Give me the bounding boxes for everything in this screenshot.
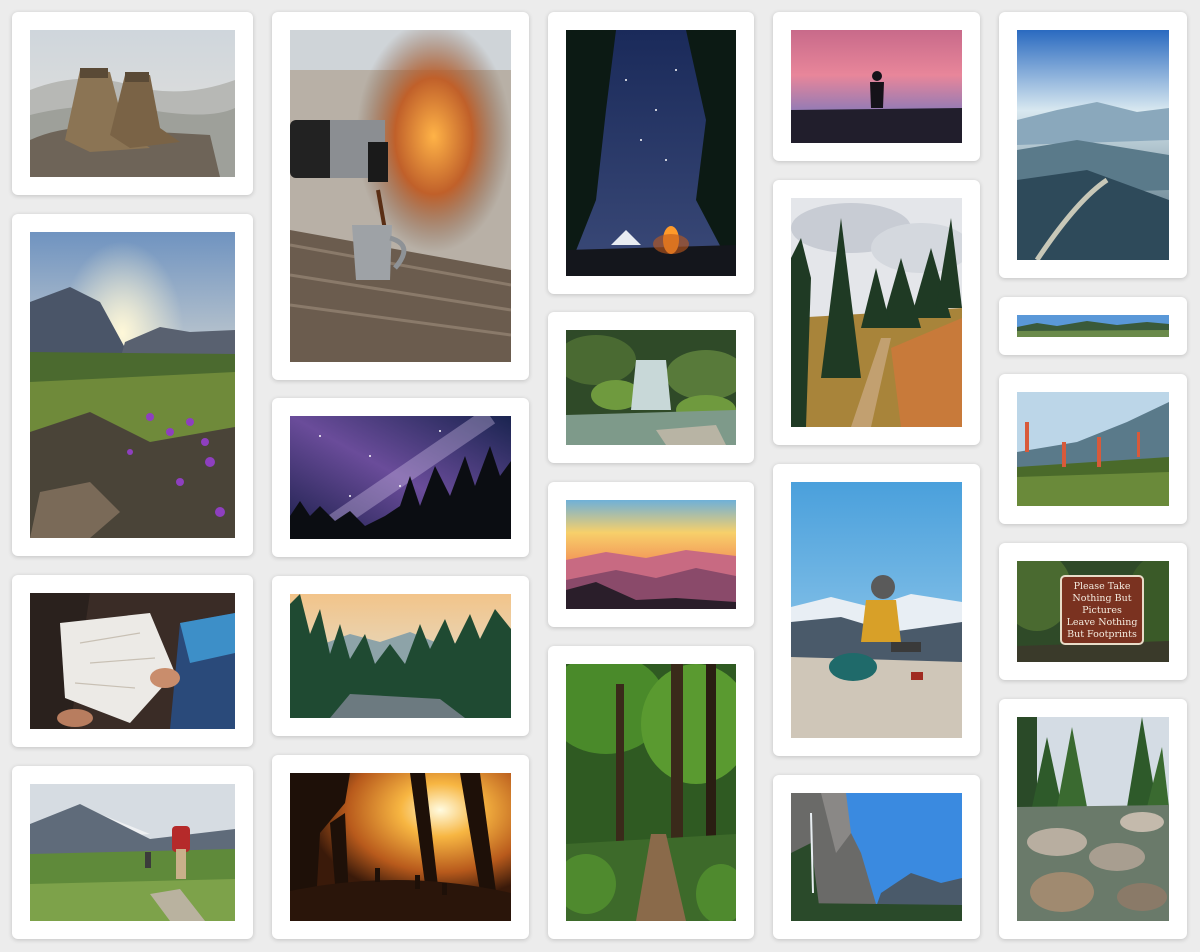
photo-card-forest-trail[interactable] [548,646,754,939]
photo-card-forest-waterfall[interactable] [548,312,754,463]
photo-card-forest-sunset[interactable] [272,576,529,736]
forest-sunset-photo [290,594,511,718]
photo-card-woman-on-rock[interactable] [773,464,980,756]
map-reading-photo [30,593,235,729]
photo-card-panorama[interactable] [999,297,1187,355]
photo-card-granite-cliffs[interactable] [773,775,980,939]
photo-card-misty-valley[interactable] [999,12,1187,278]
forest-silhouettes-photo [290,773,511,921]
trail-sign-photo: Please Take Nothing But Pictures Leave N… [1017,561,1169,662]
sign-line: Leave Nothing [1066,617,1138,628]
photo-card-map-reading[interactable] [12,575,253,747]
photo-card-milky-way[interactable] [272,398,529,557]
photo-card-hiking-boots[interactable] [12,12,253,195]
granite-cliffs-photo [791,793,962,921]
alpine-sunrise-photo [30,232,235,538]
wildflower-view-photo [1017,392,1169,506]
mountain-hiker-photo [30,784,235,921]
photo-card-campfire-coffee[interactable] [272,12,529,380]
campfire-coffee-photo [290,30,511,362]
photo-card-sunset-mountains[interactable] [548,482,754,627]
pine-trail-photo [791,198,962,427]
hiking-boots-photo [30,30,235,177]
photo-card-wildflower-view[interactable] [999,374,1187,524]
tent-under-stars-photo [566,30,736,276]
trail-sign-text: Please Take Nothing But Pictures Leave N… [1061,578,1143,644]
forest-trail-photo [566,664,736,921]
sign-line: Pictures [1082,605,1122,616]
forest-creek-photo [1017,717,1169,921]
photo-card-pine-trail[interactable] [773,180,980,445]
photo-card-forest-silhouettes[interactable] [272,755,529,939]
photo-card-trail-sign[interactable]: Please Take Nothing But Pictures Leave N… [999,543,1187,680]
sunset-mountains-photo [566,500,736,609]
forest-waterfall-photo [566,330,736,445]
sign-line: Please Take [1073,581,1131,592]
photo-card-alpine-sunrise[interactable] [12,214,253,556]
sign-line: But Footprints [1067,629,1137,640]
dusk-silhouette-photo [791,30,962,143]
photo-card-mountain-hiker[interactable] [12,766,253,939]
misty-valley-photo [1017,30,1169,260]
woman-on-rock-photo [791,482,962,738]
photo-card-tent-under-stars[interactable] [548,12,754,294]
sign-line: Nothing But [1072,593,1132,604]
photo-card-dusk-silhouette[interactable] [773,12,980,161]
panorama-photo [1017,315,1169,337]
photo-card-forest-creek[interactable] [999,699,1187,939]
milky-way-photo [290,416,511,539]
